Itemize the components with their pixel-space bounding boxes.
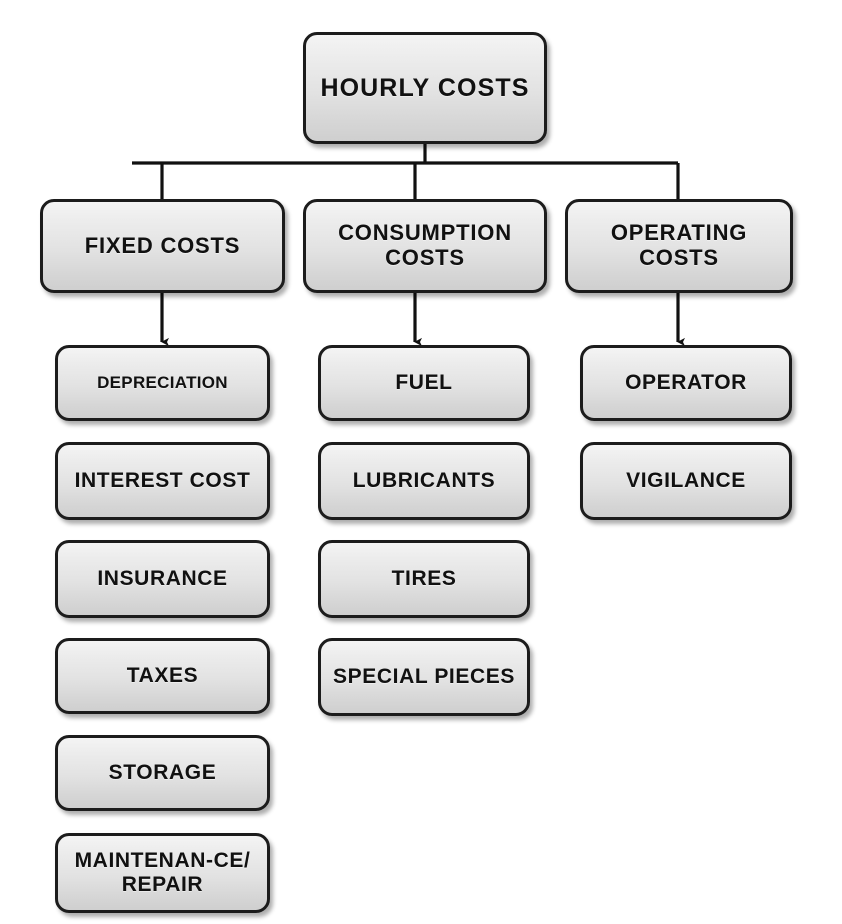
node-maintenan-ce-repair[interactable]: MAINTENAN-CE/ REPAIR — [55, 833, 270, 913]
node-label: STORAGE — [108, 761, 217, 785]
node-hourly-costs[interactable]: HOURLY COSTS — [303, 32, 547, 144]
node-label: MAINTENAN-CE/ REPAIR — [74, 849, 251, 896]
node-insurance[interactable]: INSURANCE — [55, 540, 270, 618]
node-label: SPECIAL PIECES — [333, 665, 515, 689]
node-taxes[interactable]: TAXES — [55, 638, 270, 714]
node-label: HOURLY COSTS — [320, 74, 530, 102]
flowchart-canvas: HOURLY COSTS FIXED COSTS DEPRECIATION INTER… — [0, 0, 842, 924]
node-label: DEPRECIATION — [97, 373, 228, 393]
node-label: TAXES — [126, 664, 199, 688]
node-special-pieces[interactable]: SPECIAL PIECES — [318, 638, 530, 716]
node-label: OPERATING COSTS — [610, 220, 748, 270]
node-fixed-costs[interactable]: FIXED COSTS — [40, 199, 285, 293]
node-label: INSURANCE — [97, 567, 228, 591]
node-vigilance[interactable]: VIGILANCE — [580, 442, 792, 520]
node-label: LUBRICANTS — [352, 469, 496, 493]
node-storage[interactable]: STORAGE — [55, 735, 270, 811]
node-label: CONSUMPTION COSTS — [338, 220, 512, 270]
node-label: FIXED COSTS — [84, 232, 241, 258]
node-interest-cost[interactable]: INTEREST COST — [55, 442, 270, 520]
node-fuel[interactable]: FUEL — [318, 345, 530, 421]
node-label: FUEL — [395, 371, 453, 395]
node-depreciation[interactable]: DEPRECIATION — [55, 345, 270, 421]
node-lubricants[interactable]: LUBRICANTS — [318, 442, 530, 520]
node-operator[interactable]: OPERATOR — [580, 345, 792, 421]
node-label: INTEREST COST — [74, 469, 251, 493]
node-operating-costs[interactable]: OPERATING COSTS — [565, 199, 793, 293]
node-tires[interactable]: TIRES — [318, 540, 530, 618]
node-label: OPERATOR — [625, 371, 747, 395]
node-consumption-costs[interactable]: CONSUMPTION COSTS — [303, 199, 547, 293]
node-label: VIGILANCE — [626, 469, 746, 493]
node-label: TIRES — [391, 567, 457, 591]
